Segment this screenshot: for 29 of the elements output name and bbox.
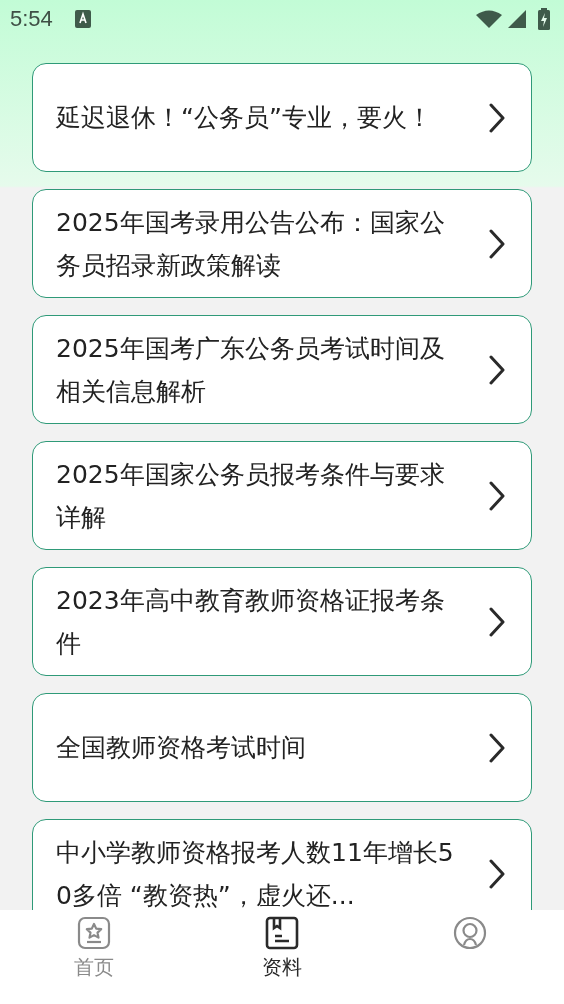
chevron-right-icon <box>489 354 505 385</box>
user-icon <box>453 916 487 950</box>
chevron-right-icon <box>489 228 505 259</box>
chevron-right-icon <box>489 102 505 133</box>
status-time: 5:54 <box>10 6 53 32</box>
article-title: 2025年国家公务员报考条件与要求详解 <box>56 458 446 534</box>
signal-icon <box>508 10 526 28</box>
chevron-right-icon <box>489 732 505 763</box>
wifi-icon <box>476 10 502 28</box>
article-card[interactable]: 2023年高中教育教师资格证报考条件 <box>32 567 532 676</box>
document-icon <box>265 916 299 950</box>
article-card[interactable]: 2025年国家公务员报考条件与要求详解 <box>32 441 532 550</box>
article-title: 中小学教师资格报考人数11年增长50多倍 “教资热”，虚火还... <box>56 836 455 910</box>
article-card[interactable]: 2025年国考广东公务员考试时间及相关信息解析 <box>32 315 532 424</box>
article-title: 2023年高中教育教师资格证报考条件 <box>56 584 446 660</box>
article-title: 2025年国考广东公务员考试时间及相关信息解析 <box>56 332 446 408</box>
chevron-right-icon <box>489 606 505 637</box>
chevron-right-icon <box>489 858 505 889</box>
battery-icon <box>538 8 550 30</box>
article-card[interactable]: 中小学教师资格报考人数11年增长50多倍 “教资热”，虚火还... <box>32 819 532 910</box>
article-card[interactable]: 延迟退休！“公务员”专业，要火！ <box>32 63 532 172</box>
article-card[interactable]: 2025年国考录用公告公布：国家公务员招录新政策解读 <box>32 189 532 298</box>
article-card[interactable]: 全国教师资格考试时间 <box>32 693 532 802</box>
article-title: 全国教师资格考试时间 <box>56 732 307 764</box>
chevron-right-icon <box>489 480 505 511</box>
article-title: 2025年国考录用公告公布：国家公务员招录新政策解读 <box>56 206 446 282</box>
article-title: 延迟退休！“公务员”专业，要火！ <box>56 102 433 134</box>
keyboard-icon <box>74 10 91 28</box>
nav-tab[interactable]: 资料 <box>188 910 376 1004</box>
